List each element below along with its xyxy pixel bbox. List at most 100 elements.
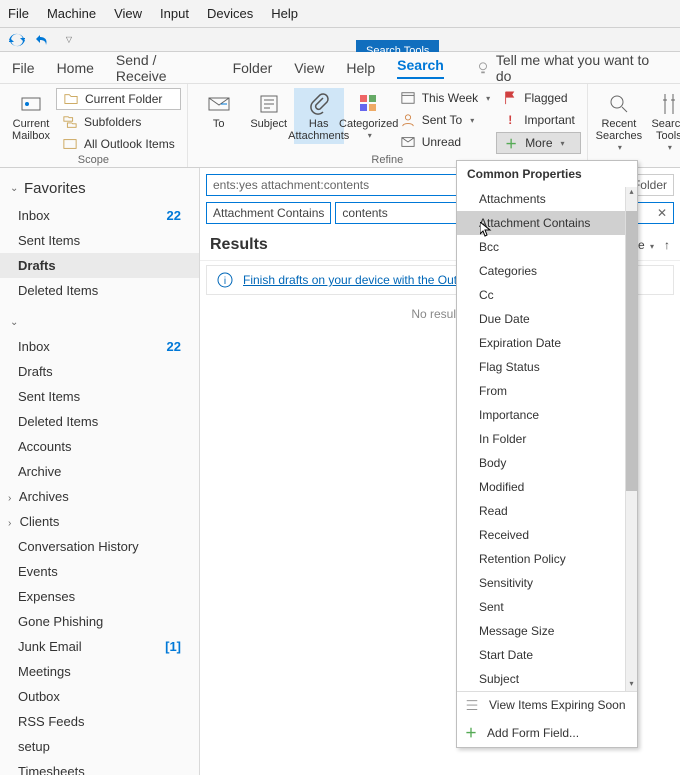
favorites-label: Favorites — [24, 180, 86, 197]
add-form-field-button[interactable]: ＋ Add Form Field... — [457, 718, 637, 747]
categorized-button[interactable]: Categorized ▾ — [344, 88, 394, 144]
folder-item[interactable]: Meetings — [0, 659, 199, 684]
scroll-down-icon[interactable]: ▾ — [626, 679, 637, 691]
tab-send-receive[interactable]: Send / Receive — [116, 52, 211, 84]
folder-item[interactable]: Accounts — [0, 434, 199, 459]
subject-button[interactable]: Subject — [244, 88, 294, 132]
tab-help[interactable]: Help — [346, 60, 375, 76]
favorite-item[interactable]: Deleted Items — [0, 278, 199, 303]
tell-me[interactable]: Tell me what you want to do — [476, 52, 668, 84]
os-menu-view[interactable]: View — [114, 6, 142, 21]
dropdown-item[interactable]: Modified — [457, 475, 637, 499]
this-week-button[interactable]: This Week ▾ — [394, 88, 496, 108]
more-button[interactable]: ＋ More ▾ — [496, 132, 581, 154]
folder-item[interactable]: Junk Email[1] — [0, 634, 199, 659]
dropdown-item[interactable]: Attachments — [457, 187, 637, 211]
dropdown-item[interactable]: Flag Status — [457, 355, 637, 379]
folder-item[interactable]: Events — [0, 559, 199, 584]
to-button[interactable]: To — [194, 88, 244, 132]
dropdown-item[interactable]: Due Date — [457, 307, 637, 331]
dropdown-item[interactable]: Start Date — [457, 643, 637, 667]
view-expiring-button[interactable]: View Items Expiring Soon — [457, 692, 637, 718]
tab-home[interactable]: Home — [57, 60, 94, 76]
clear-filter-icon[interactable]: ✕ — [657, 206, 667, 220]
favorite-item[interactable]: Sent Items — [0, 228, 199, 253]
subfolders-button[interactable]: Subfolders — [56, 112, 181, 132]
folder-name: Conversation History — [18, 539, 139, 554]
sort-direction-button[interactable]: ↑ — [664, 238, 670, 252]
folder-count: [1] — [165, 639, 181, 654]
search-tools-button[interactable]: Search Tools ▾ — [644, 88, 680, 156]
group-options-label — [642, 156, 645, 168]
favorites-header[interactable]: ⌄ Favorites — [0, 174, 199, 203]
dropdown-item[interactable]: Sensitivity — [457, 571, 637, 595]
os-menu-file[interactable]: File — [8, 6, 29, 21]
attachment-contains-label: Attachment Contains — [206, 202, 331, 224]
unread-button[interactable]: Unread — [394, 132, 496, 152]
folder-item[interactable]: setup — [0, 734, 199, 759]
folder-name: Archive — [18, 464, 61, 479]
os-menu-help[interactable]: Help — [271, 6, 298, 21]
categorized-label: Categorized — [339, 118, 398, 130]
os-menu-devices[interactable]: Devices — [207, 6, 253, 21]
tab-search[interactable]: Search — [397, 57, 444, 79]
os-menu-machine[interactable]: Machine — [47, 6, 96, 21]
has-attachments-button[interactable]: Has Attachments — [294, 88, 344, 144]
folder-item[interactable]: Conversation History — [0, 534, 199, 559]
os-menu-input[interactable]: Input — [160, 6, 189, 21]
current-mailbox-button[interactable]: Current Mailbox — [6, 88, 56, 144]
scroll-up-icon[interactable]: ▴ — [626, 187, 637, 199]
dropdown-item[interactable]: Categories — [457, 259, 637, 283]
folder-item[interactable]: Inbox22 — [0, 334, 199, 359]
plus-icon: ＋ — [503, 135, 519, 151]
dropdown-item[interactable]: In Folder — [457, 427, 637, 451]
dropdown-item[interactable]: From — [457, 379, 637, 403]
dropdown-item[interactable]: Read — [457, 499, 637, 523]
dropdown-item[interactable]: Sent — [457, 595, 637, 619]
group-scope-label: Scope — [78, 154, 109, 166]
dropdown-item[interactable]: Body — [457, 451, 637, 475]
favorite-item[interactable]: Drafts — [0, 253, 199, 278]
folder-item[interactable]: › Archives — [0, 484, 199, 509]
folder-item[interactable]: Outbox — [0, 684, 199, 709]
dropdown-item[interactable]: Cc — [457, 283, 637, 307]
dropdown-scrollbar[interactable]: ▴ ▾ — [625, 187, 637, 691]
mouse-cursor-icon — [480, 222, 492, 238]
important-button[interactable]: ! Important — [496, 110, 581, 130]
dropdown-item[interactable]: Retention Policy — [457, 547, 637, 571]
folder-item[interactable]: Gone Phishing — [0, 609, 199, 634]
dropdown-item[interactable]: Bcc — [457, 235, 637, 259]
current-folder-button[interactable]: Current Folder — [56, 88, 181, 110]
dropdown-item[interactable]: Subject — [457, 667, 637, 691]
dropdown-item[interactable]: Importance — [457, 403, 637, 427]
scroll-thumb[interactable] — [626, 211, 637, 491]
folder-name: Meetings — [18, 664, 71, 679]
favorite-item[interactable]: Inbox22 — [0, 203, 199, 228]
flagged-button[interactable]: Flagged — [496, 88, 581, 108]
folder-item[interactable]: Sent Items — [0, 384, 199, 409]
folder-item[interactable]: Expenses — [0, 584, 199, 609]
qat-dropdown-icon[interactable]: ▽ — [60, 31, 78, 49]
folder-item[interactable]: Archive — [0, 459, 199, 484]
tab-file[interactable]: File — [12, 60, 35, 76]
folder-item[interactable]: Timesheets — [0, 759, 199, 775]
folder-item[interactable]: RSS Feeds — [0, 709, 199, 734]
quick-access-toolbar: ▽ Search Tools — [0, 28, 680, 52]
folder-item[interactable]: Deleted Items — [0, 409, 199, 434]
all-outlook-items-button[interactable]: All Outlook Items — [56, 134, 181, 154]
dropdown-item[interactable]: Message Size — [457, 619, 637, 643]
recent-searches-button[interactable]: Recent Searches ▾ — [594, 88, 644, 156]
folder-item[interactable]: Drafts — [0, 359, 199, 384]
sync-icon[interactable] — [8, 31, 26, 49]
mailbox-header[interactable]: ⌄ — [0, 311, 199, 334]
undo-icon[interactable] — [34, 31, 52, 49]
sent-to-button[interactable]: Sent To ▾ — [394, 110, 496, 130]
dropdown-item[interactable]: Received — [457, 523, 637, 547]
folder-item[interactable]: › Clients — [0, 509, 199, 534]
magnifier-icon — [605, 90, 633, 118]
dropdown-item[interactable]: Expiration Date — [457, 331, 637, 355]
tab-folder[interactable]: Folder — [233, 60, 273, 76]
info-icon: i — [217, 272, 233, 288]
folder-name: Gone Phishing — [18, 614, 103, 629]
tab-view[interactable]: View — [294, 60, 324, 76]
